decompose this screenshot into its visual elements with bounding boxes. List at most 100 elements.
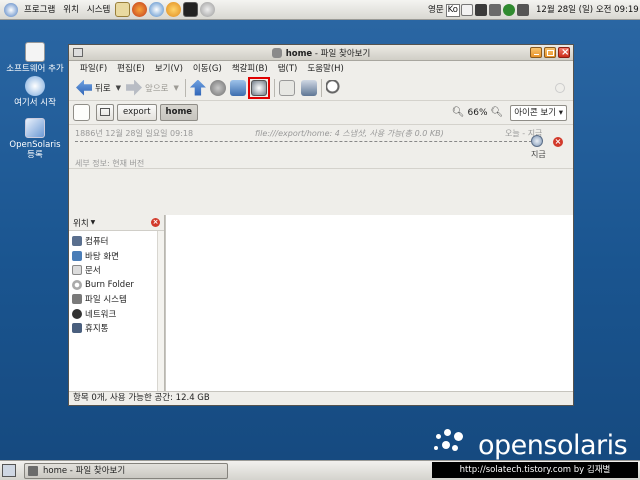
sidebar-item-label: Burn Folder — [85, 279, 134, 290]
forward-dropdown-icon[interactable]: ▼ — [174, 84, 179, 92]
panel-logo-icon[interactable] — [4, 2, 18, 17]
language-indicator[interactable]: 영문 — [426, 0, 446, 20]
burn-folder-icon — [72, 279, 82, 290]
desktop-icon-software-add[interactable]: 소프트웨어 추가 — [0, 42, 70, 74]
opensolaris-dots-icon — [432, 426, 482, 460]
drive-icon — [100, 108, 110, 116]
window-folder-icon — [271, 47, 282, 58]
desktop-icon-opensolaris-register[interactable]: OpenSolaris 등록 — [0, 118, 70, 160]
forward-button[interactable]: 앞으로 — [123, 77, 171, 99]
location-bar: export home 🔍︎ 66% 🔍︎ 아이콘 보기 ▾ — [69, 101, 573, 125]
menu-file[interactable]: 파일(F) — [75, 62, 112, 74]
menu-tabs[interactable]: 탭(T) — [273, 62, 303, 74]
search-icon[interactable] — [325, 79, 342, 96]
watermark: http://solatech.tistory.com by 김재별 — [432, 462, 638, 478]
zoom-out-icon[interactable]: 🔍︎ — [452, 107, 465, 118]
window-menu-icon[interactable] — [73, 48, 83, 57]
opensolaris-logo: opensolaris — [432, 424, 628, 461]
minimize-button[interactable] — [530, 47, 542, 58]
toolbar-separator — [273, 78, 275, 97]
sidebar-scrollbar[interactable] — [157, 231, 164, 391]
time-slider-handle[interactable] — [531, 135, 543, 147]
time-slider-track[interactable] — [75, 141, 537, 142]
document-icon — [72, 265, 82, 276]
sidebar-item-computer[interactable]: 컴퓨터 — [69, 234, 164, 249]
breadcrumb-export[interactable]: export — [117, 104, 157, 121]
toolbar-separator — [184, 78, 186, 97]
view-mode-select[interactable]: 아이콘 보기 ▾ — [510, 104, 567, 121]
thunderbird-icon[interactable] — [149, 2, 165, 17]
time-slider-button[interactable] — [247, 76, 270, 99]
ime-indicator[interactable]: Ko — [445, 3, 460, 17]
time-slider-current: 지금 — [531, 150, 546, 159]
software-add-icon — [25, 42, 45, 62]
help-icon[interactable] — [166, 2, 182, 17]
sidebar-item-filesystem[interactable]: 파일 시스템 — [69, 292, 164, 307]
menu-edit[interactable]: 편집(E) — [112, 62, 150, 74]
sidebar-close-icon[interactable]: × — [151, 218, 160, 227]
desktop-icon-label: 여기서 시작 — [14, 98, 56, 108]
keyboard-icon[interactable] — [461, 4, 473, 16]
sidebar-item-label: 바탕 화면 — [85, 251, 119, 262]
home-launcher-icon[interactable] — [115, 2, 131, 17]
chevron-down-icon: ▼ — [90, 219, 96, 226]
sidebar-header[interactable]: 위치 ▼ × — [69, 215, 164, 231]
home-folder-icon[interactable] — [278, 79, 295, 96]
filesystem-icon — [72, 294, 82, 305]
volume-icon[interactable] — [517, 4, 529, 16]
network-icon — [72, 308, 82, 319]
back-dropdown-icon[interactable]: ▼ — [116, 84, 121, 92]
desktop-icon-label: OpenSolaris 등록 — [9, 140, 61, 160]
breadcrumb-root[interactable] — [96, 104, 114, 121]
time-slider-close-icon[interactable]: × — [553, 137, 563, 147]
computer-toolbar-icon[interactable] — [300, 79, 317, 96]
reload-icon[interactable] — [229, 79, 246, 96]
search-launcher-icon[interactable] — [200, 2, 216, 17]
sidebar-item-desktop[interactable]: 바탕 화면 — [69, 249, 164, 264]
stop-icon[interactable] — [209, 79, 226, 96]
window-title: home - 파일 찾아보기 — [285, 48, 371, 59]
content-area: 위치 ▼ × 컴퓨터 바탕 화면 문서 Burn Folder 파일 시스템 네… — [69, 215, 573, 391]
firefox-icon[interactable] — [132, 2, 148, 17]
update-icon[interactable] — [489, 4, 501, 16]
zoom-in-icon[interactable]: 🔍︎ — [491, 107, 504, 118]
close-button[interactable] — [558, 47, 570, 58]
panel-menu-applications[interactable]: 프로그램 — [20, 0, 59, 20]
sidebar-item-documents[interactable]: 문서 — [69, 263, 164, 278]
time-slider-icon — [250, 79, 267, 96]
back-label: 뒤로 — [95, 83, 111, 94]
menu-go[interactable]: 이동(G) — [188, 62, 227, 74]
opensolaris-register-icon — [25, 118, 45, 138]
notification-icon[interactable] — [503, 4, 515, 16]
sidebar-item-network[interactable]: 네트워크 — [69, 307, 164, 322]
zoom-level: 66% — [467, 107, 488, 118]
show-desktop-icon[interactable] — [2, 464, 16, 477]
edit-location-icon[interactable] — [73, 104, 90, 121]
menu-bookmarks[interactable]: 책갈피(B) — [227, 62, 273, 74]
snapshot-date: 1886년 12월 28일 일요일 09:18 — [75, 129, 194, 138]
maximize-button[interactable] — [544, 47, 556, 58]
menubar: 파일(F) 편집(E) 보기(V) 이동(G) 책갈피(B) 탭(T) 도움말(… — [69, 61, 573, 75]
file-view[interactable] — [165, 215, 573, 391]
sidebar-item-trash[interactable]: 휴지통 — [69, 321, 164, 336]
desktop-icon-start-here[interactable]: 여기서 시작 — [0, 76, 70, 108]
network-status-icon[interactable] — [475, 4, 487, 16]
start-here-icon — [25, 76, 45, 96]
brand-text: opensolaris — [478, 430, 628, 461]
clock[interactable]: 12월 28일 (일) 오전 09:19 — [534, 0, 640, 20]
file-browser-window: home - 파일 찾아보기 파일(F) 편집(E) 보기(V) 이동(G) 책… — [68, 44, 574, 406]
panel-menu-places[interactable]: 위치 — [59, 0, 83, 20]
time-slider-bar: 1886년 12월 28일 일요일 09:18 file:///export/h… — [69, 125, 573, 169]
menu-help[interactable]: 도움말(H) — [302, 62, 348, 74]
sidebar-item-label: 컴퓨터 — [85, 237, 109, 248]
breadcrumb-home[interactable]: home — [159, 104, 199, 121]
taskbar-item-file-browser[interactable]: home - 파일 찾아보기 — [24, 463, 228, 479]
window-titlebar[interactable]: home - 파일 찾아보기 — [69, 45, 573, 61]
sidebar-item-burn-folder[interactable]: Burn Folder — [69, 278, 164, 293]
menu-view[interactable]: 보기(V) — [150, 62, 188, 74]
sidebar-title: 위치 — [73, 218, 89, 229]
terminal-icon[interactable] — [183, 2, 199, 17]
up-arrow-icon[interactable] — [189, 79, 206, 96]
back-button[interactable]: 뒤로 — [73, 77, 114, 99]
panel-menu-system[interactable]: 시스템 — [83, 0, 114, 20]
